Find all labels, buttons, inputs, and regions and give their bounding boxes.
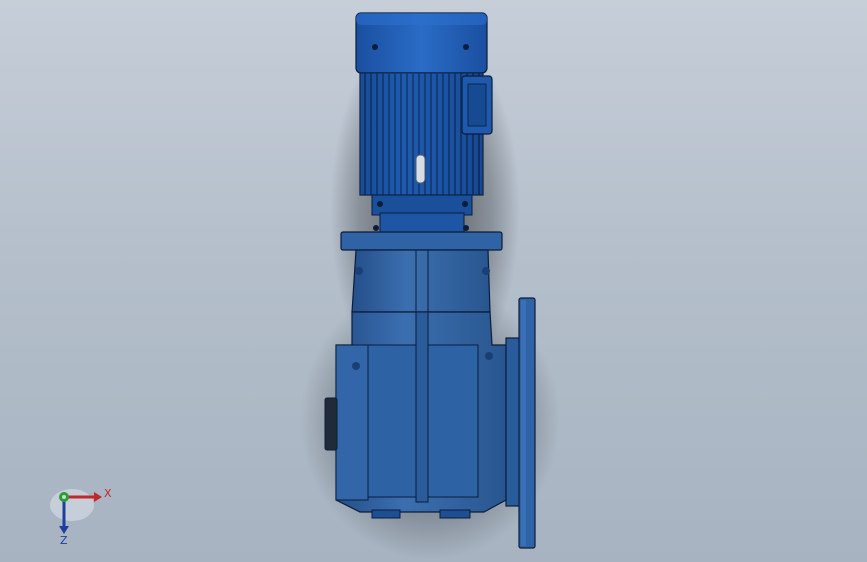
model-viewport[interactable] <box>0 0 867 562</box>
motor[interactable] <box>355 12 493 234</box>
lifting-eye <box>415 154 426 184</box>
housing-panel-right <box>427 344 479 498</box>
housing-panel-left <box>367 344 417 498</box>
terminal-box <box>461 75 493 135</box>
output-shaft-stub <box>324 397 338 451</box>
end-cap-bolt-right <box>463 44 469 50</box>
motor-neck <box>371 194 473 216</box>
end-cap-bolt-left <box>372 44 378 50</box>
